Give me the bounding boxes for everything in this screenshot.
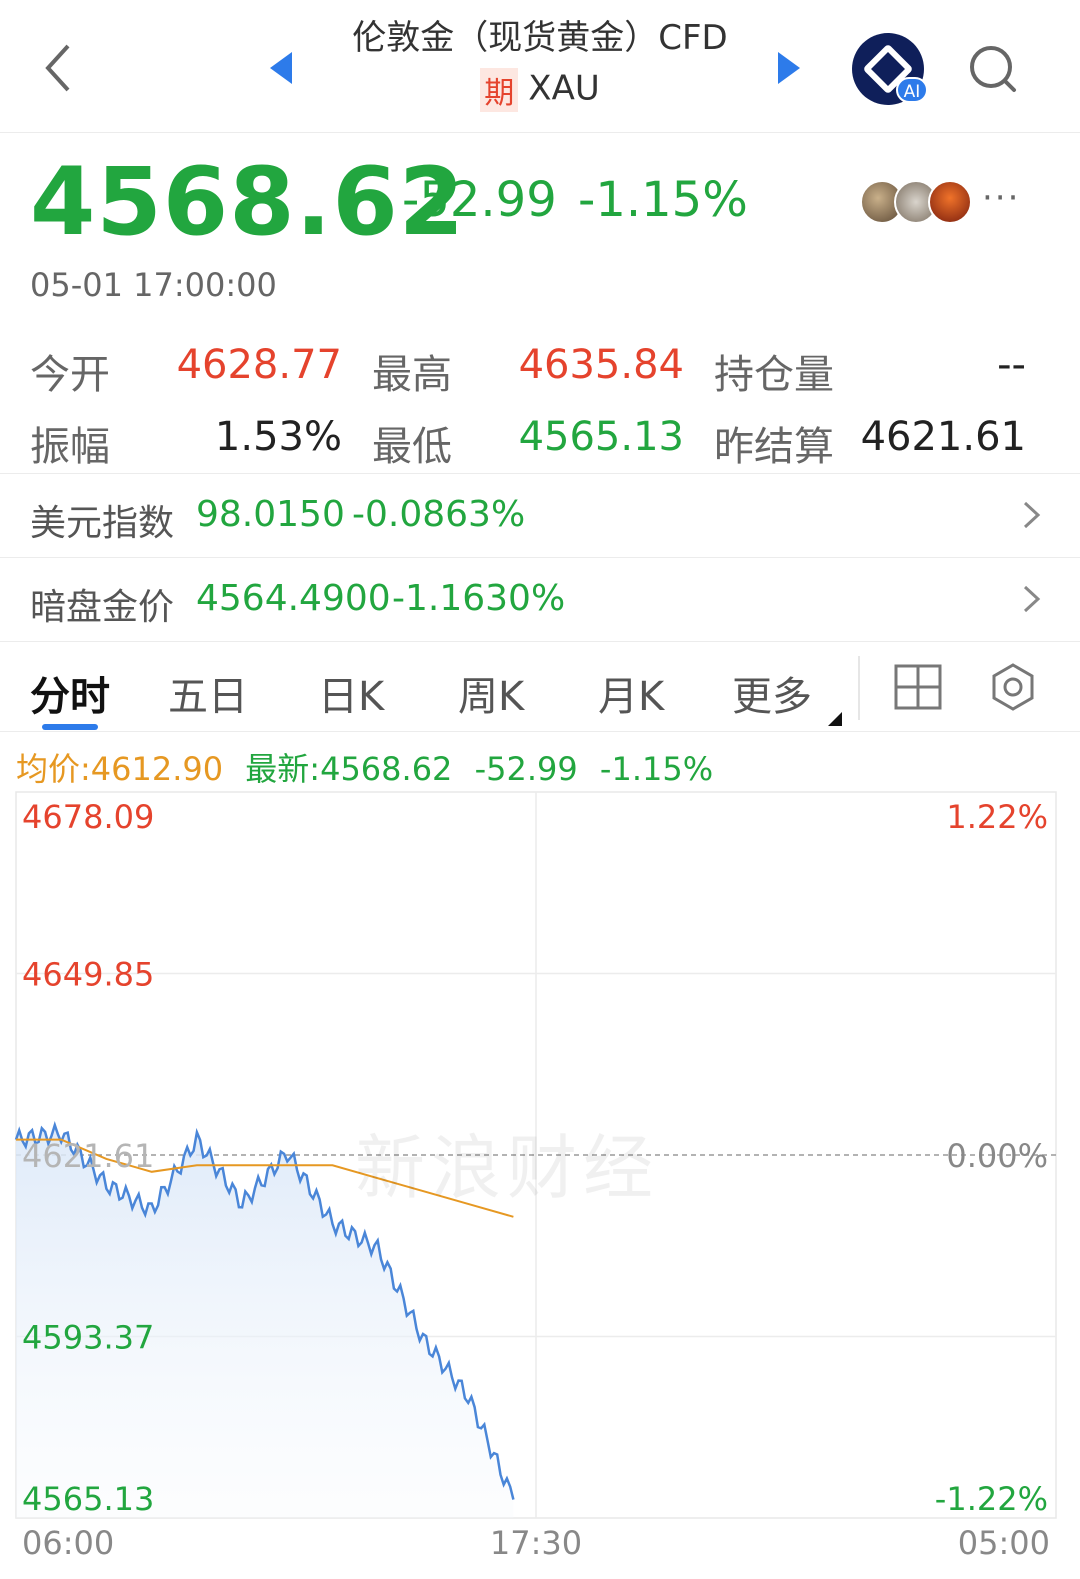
tab-more[interactable]: 更多 bbox=[732, 664, 812, 722]
related-label: 美元指数 bbox=[30, 503, 175, 544]
latest-change-percent: -1.15% bbox=[599, 750, 714, 788]
open-value: 4628.77 bbox=[176, 342, 342, 388]
open-interest-label: 持仓量 bbox=[714, 352, 834, 398]
tab-intraday[interactable]: 分时 bbox=[30, 664, 110, 722]
instrument-symbol-line: 期 XAU bbox=[300, 68, 780, 112]
price-change: -52.99 bbox=[402, 172, 557, 228]
chevron-right-icon bbox=[1023, 585, 1041, 613]
quote-timestamp: 05-01 17:00:00 bbox=[30, 266, 277, 304]
prev-settle-label: 昨结算 bbox=[714, 424, 834, 470]
discussion-avatars[interactable] bbox=[860, 180, 980, 228]
related-change: -1.1630% bbox=[392, 578, 566, 619]
y-axis-left-label: 4565.13 bbox=[22, 1480, 154, 1518]
latest-change: -52.99 bbox=[474, 750, 578, 788]
related-label: 暗盘金价 bbox=[30, 587, 175, 628]
divider bbox=[858, 656, 860, 720]
y-axis-left-label: 4678.09 bbox=[22, 798, 154, 836]
tab-monthly-k[interactable]: 月K bbox=[598, 664, 664, 722]
top-nav-bar: 伦敦金（现货黄金）CFD 期 XAU AI bbox=[0, 0, 1080, 133]
related-change: -0.0863% bbox=[352, 494, 526, 535]
futures-badge: 期 bbox=[480, 68, 519, 112]
more-options-icon[interactable]: ··· bbox=[982, 178, 1020, 218]
related-value: 98.0150 bbox=[196, 494, 345, 535]
related-row-dark-gold[interactable]: 暗盘金价 4564.4900 -1.1630% bbox=[0, 558, 1080, 642]
open-label: 今开 bbox=[30, 352, 110, 398]
last-price: 4568.62 bbox=[30, 148, 466, 257]
layout-grid-icon[interactable] bbox=[894, 664, 942, 710]
y-axis-right-label: -1.22% bbox=[935, 1480, 1048, 1518]
y-axis-right-label: 0.00% bbox=[946, 1137, 1048, 1175]
related-value: 4564.4900 bbox=[196, 578, 391, 619]
dropdown-corner-icon bbox=[828, 712, 842, 726]
low-label: 最低 bbox=[372, 424, 452, 470]
prev-settle-value: 4621.61 bbox=[860, 414, 1026, 460]
amplitude-label: 振幅 bbox=[30, 424, 110, 470]
tab-daily-k[interactable]: 日K bbox=[318, 664, 384, 722]
y-axis-left-label: 4649.85 bbox=[22, 956, 154, 994]
ai-assistant-button[interactable]: AI bbox=[852, 33, 928, 105]
y-axis-left-label: 4621.61 bbox=[22, 1137, 154, 1175]
x-axis-label: 05:00 bbox=[958, 1524, 1050, 1562]
y-axis-left-label: 4593.37 bbox=[22, 1319, 154, 1357]
tab-weekly-k[interactable]: 周K bbox=[458, 664, 524, 722]
search-icon[interactable] bbox=[966, 42, 1020, 96]
settings-gear-icon[interactable] bbox=[988, 662, 1038, 712]
next-instrument-arrow-icon[interactable] bbox=[778, 52, 800, 84]
chart-info-line: 均价:4612.90 最新:4568.62 -52.99 -1.15% bbox=[16, 744, 713, 790]
instrument-symbol: XAU bbox=[528, 68, 600, 109]
back-chevron-icon[interactable] bbox=[36, 40, 86, 96]
active-tab-indicator bbox=[42, 724, 98, 730]
tab-five-day[interactable]: 五日 bbox=[168, 664, 248, 722]
y-axis-right-label: 1.22% bbox=[946, 798, 1048, 836]
prev-instrument-arrow-icon[interactable] bbox=[270, 52, 292, 84]
watermark: 新浪财经 bbox=[355, 1127, 659, 1209]
chevron-right-icon bbox=[1023, 501, 1041, 529]
x-axis-label: 06:00 bbox=[22, 1524, 114, 1562]
amplitude-value: 1.53% bbox=[214, 414, 342, 460]
average-price: 均价:4612.90 bbox=[16, 750, 224, 788]
x-axis-label: 17:30 bbox=[490, 1524, 582, 1562]
related-row-usd-index[interactable]: 美元指数 98.0150 -0.0863% bbox=[0, 474, 1080, 558]
high-label: 最高 bbox=[372, 352, 452, 398]
avatar bbox=[928, 180, 972, 224]
price-change-percent: -1.15% bbox=[578, 172, 748, 228]
open-interest-value: -- bbox=[997, 342, 1026, 388]
high-value: 4635.84 bbox=[518, 342, 684, 388]
ai-badge: AI bbox=[896, 77, 928, 103]
low-value: 4565.13 bbox=[518, 414, 684, 460]
latest-price: 最新:4568.62 bbox=[245, 750, 453, 788]
instrument-title: 伦敦金（现货黄金）CFD bbox=[352, 18, 728, 58]
